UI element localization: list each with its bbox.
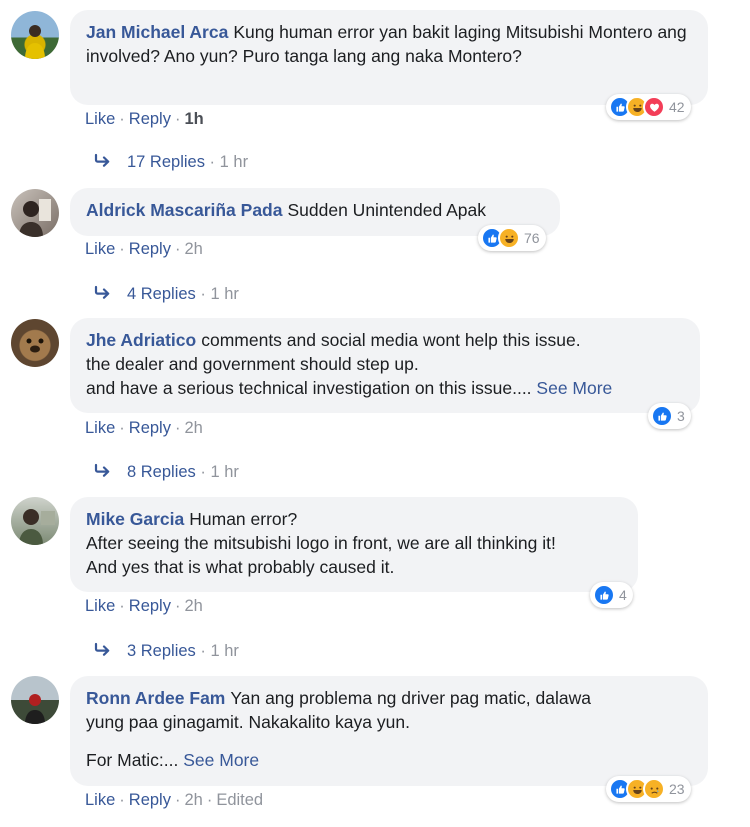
replies-time: 1 hr bbox=[219, 153, 249, 171]
reaction-count: 23 bbox=[669, 781, 685, 797]
replies-time: 1 hr bbox=[210, 642, 239, 660]
see-more-link[interactable]: See More bbox=[536, 378, 612, 398]
like-button[interactable]: Like bbox=[85, 240, 115, 258]
like-reaction-icon bbox=[651, 405, 673, 427]
comment-text-line: For Matic:... bbox=[86, 750, 179, 770]
reaction-count: 4 bbox=[619, 587, 627, 603]
comment-actions: Like · Reply · 1h bbox=[85, 110, 204, 128]
avatar[interactable] bbox=[11, 676, 59, 724]
reaction-summary[interactable]: 76 bbox=[478, 225, 546, 251]
comment-author[interactable]: Ronn Ardee Fam bbox=[86, 688, 225, 708]
comment-bubble: Mike Garcia Human error? After seeing the… bbox=[70, 497, 638, 592]
reply-arrow-icon bbox=[93, 153, 113, 172]
replies-time: 1 hr bbox=[210, 285, 239, 303]
replies-count[interactable]: 8 Replies bbox=[127, 463, 196, 481]
avatar[interactable] bbox=[11, 11, 59, 59]
avatar[interactable] bbox=[11, 189, 59, 237]
comment-actions: Like · Reply · 2h bbox=[85, 597, 203, 615]
like-button[interactable]: Like bbox=[85, 597, 115, 615]
comment-text: Sudden Unintended Apak bbox=[287, 200, 486, 220]
comment-timestamp[interactable]: 1h bbox=[184, 110, 203, 128]
like-reaction-icon bbox=[593, 584, 615, 606]
reaction-summary[interactable]: 4 bbox=[590, 582, 633, 608]
reaction-summary[interactable]: 42 bbox=[606, 94, 691, 120]
comment-bubble: Ronn Ardee Fam Yan ang problema ng driver… bbox=[70, 676, 708, 786]
comment-text-line: Yan ang problema ng driver pag matic, da… bbox=[230, 688, 591, 708]
love-reaction-icon bbox=[643, 96, 665, 118]
comment-text-line: the dealer and government should step up… bbox=[86, 354, 419, 374]
comment-timestamp[interactable]: 2h bbox=[184, 240, 202, 258]
replies-time: 1 hr bbox=[210, 463, 239, 481]
comment-text-line: And yes that is what probably caused it. bbox=[86, 557, 395, 577]
replies-count[interactable]: 17 Replies bbox=[127, 153, 205, 171]
comment-timestamp[interactable]: 2h bbox=[184, 791, 202, 809]
comment-author[interactable]: Jhe Adriatico bbox=[86, 330, 196, 350]
comment-text-line: and have a serious technical investigati… bbox=[86, 378, 532, 398]
comment-author[interactable]: Aldrick Mascariña Pada bbox=[86, 200, 282, 220]
reaction-count: 3 bbox=[677, 408, 685, 424]
replies-count[interactable]: 3 Replies bbox=[127, 642, 196, 660]
reply-button[interactable]: Reply bbox=[129, 419, 171, 437]
reply-arrow-icon bbox=[93, 642, 113, 661]
comment-text-line: After seeing the mitsubishi logo in fron… bbox=[86, 533, 556, 553]
sad-reaction-icon bbox=[643, 778, 665, 800]
reply-button[interactable]: Reply bbox=[129, 597, 171, 615]
view-replies-link[interactable]: 4 Replies · 1 hr bbox=[93, 285, 239, 304]
comment-bubble: Jhe Adriatico comments and social media w… bbox=[70, 318, 700, 413]
see-more-link[interactable]: See More bbox=[183, 750, 259, 770]
comment-bubble: Jan Michael Arca Kung human error yan bak… bbox=[70, 10, 708, 105]
reply-button[interactable]: Reply bbox=[129, 110, 171, 128]
reply-button[interactable]: Reply bbox=[129, 791, 171, 809]
comment-author[interactable]: Jan Michael Arca bbox=[86, 22, 228, 42]
reply-arrow-icon bbox=[93, 463, 113, 482]
reaction-count: 76 bbox=[524, 230, 540, 246]
avatar[interactable] bbox=[11, 497, 59, 545]
comment-text-line: Human error? bbox=[189, 509, 298, 529]
comment-actions: Like · Reply · 2h bbox=[85, 240, 203, 258]
like-button[interactable]: Like bbox=[85, 419, 115, 437]
avatar[interactable] bbox=[11, 319, 59, 367]
reply-button[interactable]: Reply bbox=[129, 240, 171, 258]
comment-timestamp[interactable]: 2h bbox=[184, 597, 202, 615]
view-replies-link[interactable]: 8 Replies · 1 hr bbox=[93, 463, 239, 482]
like-button[interactable]: Like bbox=[85, 791, 115, 809]
view-replies-link[interactable]: 17 Replies · 1 hr bbox=[93, 153, 248, 172]
like-button[interactable]: Like bbox=[85, 110, 115, 128]
edited-label[interactable]: Edited bbox=[216, 791, 263, 809]
replies-count[interactable]: 4 Replies bbox=[127, 285, 196, 303]
reply-arrow-icon bbox=[93, 285, 113, 304]
comment-timestamp[interactable]: 2h bbox=[184, 419, 202, 437]
haha-reaction-icon bbox=[498, 227, 520, 249]
comment-text-line: comments and social media wont help this… bbox=[201, 330, 581, 350]
comment-author[interactable]: Mike Garcia bbox=[86, 509, 184, 529]
comment-actions: Like · Reply · 2h · Edited bbox=[85, 791, 264, 809]
view-replies-link[interactable]: 3 Replies · 1 hr bbox=[93, 642, 239, 661]
reaction-summary[interactable]: 23 bbox=[606, 776, 691, 802]
comment-text-line: yung paa ginagamit. Nakakalito kaya yun. bbox=[86, 712, 410, 732]
reaction-summary[interactable]: 3 bbox=[648, 403, 691, 429]
reaction-count: 42 bbox=[669, 99, 685, 115]
comment-actions: Like · Reply · 2h bbox=[85, 419, 203, 437]
